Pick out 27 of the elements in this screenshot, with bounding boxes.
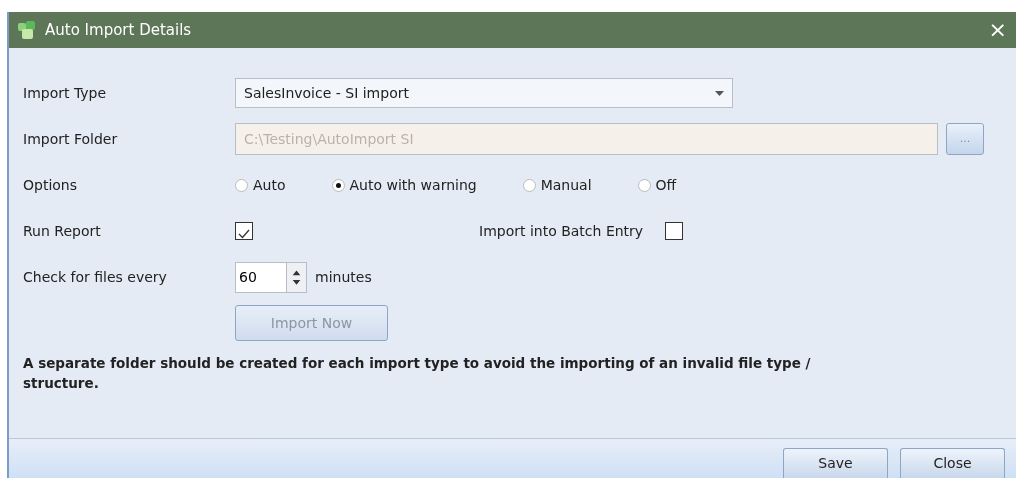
checkbox[interactable] <box>665 222 684 240</box>
dialog-button[interactable]: Save <box>783 448 888 478</box>
field-label: Options <box>23 175 79 195</box>
field-label: Check for files every <box>23 267 168 287</box>
window-title: Auto Import Details <box>45 19 192 41</box>
info-note: A separate folder should be created for each import type to avoid the importing of an invalid file type / structure. <box>23 354 812 393</box>
unit-label: minutes <box>315 267 372 287</box>
spinner-arrows-icon[interactable] <box>286 261 307 293</box>
minutes-field[interactable]: 60 <box>235 261 286 293</box>
field-label: Import into Batch Entry <box>479 221 644 241</box>
radio-label: Auto with warning <box>349 175 477 195</box>
radio-label: Manual <box>540 175 592 195</box>
app-icon <box>17 20 37 40</box>
field-label: Run Report <box>23 221 102 241</box>
dialog-button[interactable]: Close <box>900 448 1005 478</box>
checkbox[interactable] <box>235 222 253 240</box>
radio-button[interactable] <box>235 178 248 192</box>
import-type-dropdown[interactable]: SalesInvoice - SI import <box>235 78 733 108</box>
radio-button[interactable] <box>637 178 651 192</box>
field-label: Import Folder <box>23 129 119 149</box>
radio-label: Off <box>655 175 677 195</box>
radio-button[interactable] <box>522 178 536 192</box>
close-button[interactable]: × <box>988 19 1007 41</box>
caret-icon <box>715 90 724 96</box>
radio-label: Auto <box>253 175 286 195</box>
radio-button[interactable] <box>331 178 345 192</box>
field-label: Import Type <box>23 83 108 103</box>
